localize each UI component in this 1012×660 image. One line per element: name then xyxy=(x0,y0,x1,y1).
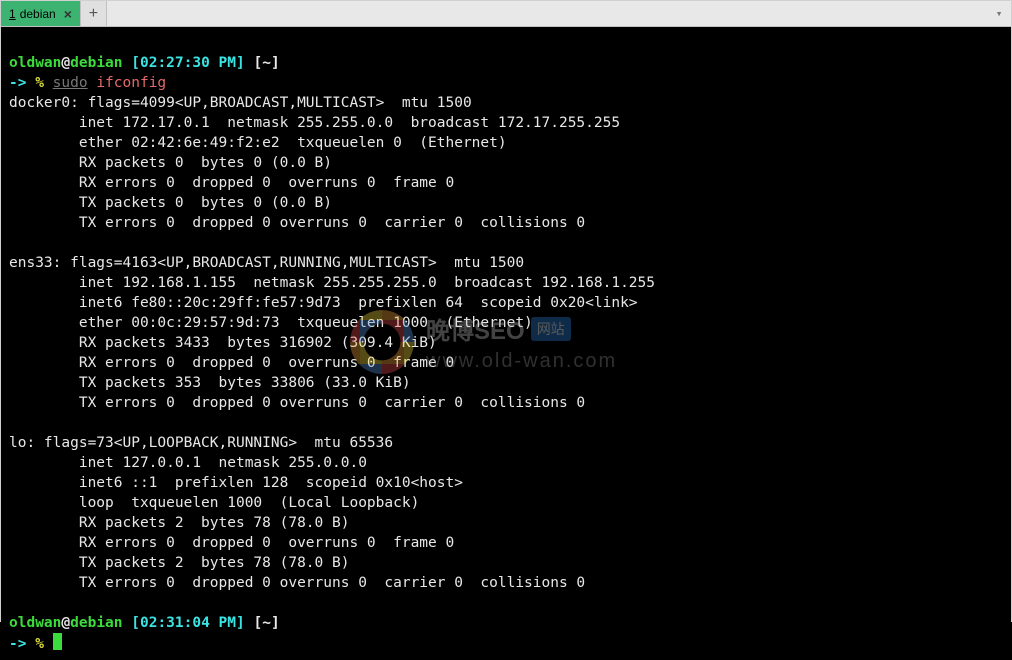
prompt-cwd: [~] xyxy=(253,615,279,631)
output-line: TX errors 0 dropped 0 overruns 0 carrier… xyxy=(9,395,585,411)
output-line: inet 127.0.0.1 netmask 255.0.0.0 xyxy=(9,455,367,471)
prompt-time: [02:31:04 PM] xyxy=(131,615,245,631)
prompt-at: @ xyxy=(61,55,70,71)
close-icon[interactable]: × xyxy=(64,7,72,21)
output-line: TX packets 353 bytes 33806 (33.0 KiB) xyxy=(9,375,411,391)
prompt-arrow: -> xyxy=(9,636,26,652)
chevron-down-icon: ▾ xyxy=(996,7,1003,20)
prompt-pct: % xyxy=(35,75,44,91)
output-line: RX packets 0 bytes 0 (0.0 B) xyxy=(9,155,332,171)
new-tab-button[interactable]: + xyxy=(81,1,107,26)
output-line: ether 00:0c:29:57:9d:73 txqueuelen 1000 … xyxy=(9,315,533,331)
output-line: inet6 fe80::20c:29ff:fe57:9d73 prefixlen… xyxy=(9,295,638,311)
terminal-output[interactable]: oldwan@debian [02:27:30 PM] [~] -> % sud… xyxy=(1,27,1011,660)
prompt-pct: % xyxy=(35,636,44,652)
prompt-host: debian xyxy=(70,615,122,631)
prompt-user: oldwan xyxy=(9,615,61,631)
output-line: TX errors 0 dropped 0 overruns 0 carrier… xyxy=(9,215,585,231)
tab-index: 1 xyxy=(9,7,16,21)
output-line: RX packets 2 bytes 78 (78.0 B) xyxy=(9,515,349,531)
prompt-cwd: [~] xyxy=(253,55,279,71)
output-line: inet 172.17.0.1 netmask 255.255.0.0 broa… xyxy=(9,115,620,131)
tabbar-menu-button[interactable]: ▾ xyxy=(987,1,1011,26)
tab-debian[interactable]: 1 debian × xyxy=(1,1,81,26)
output-line: docker0: flags=4099<UP,BROADCAST,MULTICA… xyxy=(9,95,472,111)
output-line: RX packets 3433 bytes 316902 (309.4 KiB) xyxy=(9,335,437,351)
output-line: ether 02:42:6e:49:f2:e2 txqueuelen 0 (Et… xyxy=(9,135,507,151)
tab-bar: 1 debian × + ▾ xyxy=(1,1,1011,27)
output-line: TX packets 0 bytes 0 (0.0 B) xyxy=(9,195,332,211)
tab-title: debian xyxy=(20,7,56,21)
cursor xyxy=(53,633,62,650)
prompt-at: @ xyxy=(61,615,70,631)
prompt-arrow: -> xyxy=(9,75,26,91)
output-line: inet 192.168.1.155 netmask 255.255.255.0… xyxy=(9,275,655,291)
output-line: lo: flags=73<UP,LOOPBACK,RUNNING> mtu 65… xyxy=(9,435,393,451)
cmd-args: ifconfig xyxy=(96,75,166,91)
cmd-sudo: sudo xyxy=(53,75,88,91)
prompt-time: [02:27:30 PM] xyxy=(131,55,245,71)
output-line: TX errors 0 dropped 0 overruns 0 carrier… xyxy=(9,575,585,591)
output-line: RX errors 0 dropped 0 overruns 0 frame 0 xyxy=(9,355,454,371)
prompt-user: oldwan xyxy=(9,55,61,71)
output-line: TX packets 2 bytes 78 (78.0 B) xyxy=(9,555,349,571)
tabbar-spacer xyxy=(107,1,987,26)
output-line: loop txqueuelen 1000 (Local Loopback) xyxy=(9,495,419,511)
output-line: RX errors 0 dropped 0 overruns 0 frame 0 xyxy=(9,535,454,551)
output-line: RX errors 0 dropped 0 overruns 0 frame 0 xyxy=(9,175,454,191)
plus-icon: + xyxy=(89,5,98,23)
prompt-host: debian xyxy=(70,55,122,71)
output-line: inet6 ::1 prefixlen 128 scopeid 0x10<hos… xyxy=(9,475,463,491)
output-line: ens33: flags=4163<UP,BROADCAST,RUNNING,M… xyxy=(9,255,524,271)
